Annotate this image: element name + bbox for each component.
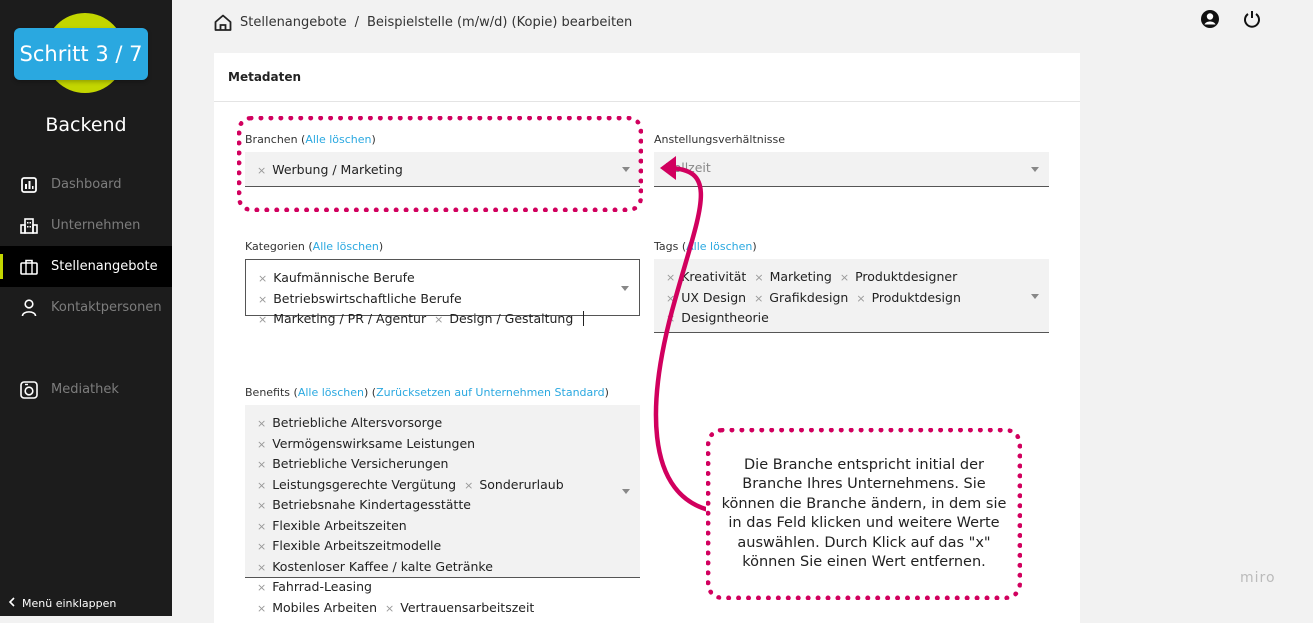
annotation-tooltip: Die Branche entspricht initial der Branc… (706, 428, 1022, 600)
annotation-arrow (653, 156, 721, 515)
watermark: miro (1240, 570, 1276, 586)
